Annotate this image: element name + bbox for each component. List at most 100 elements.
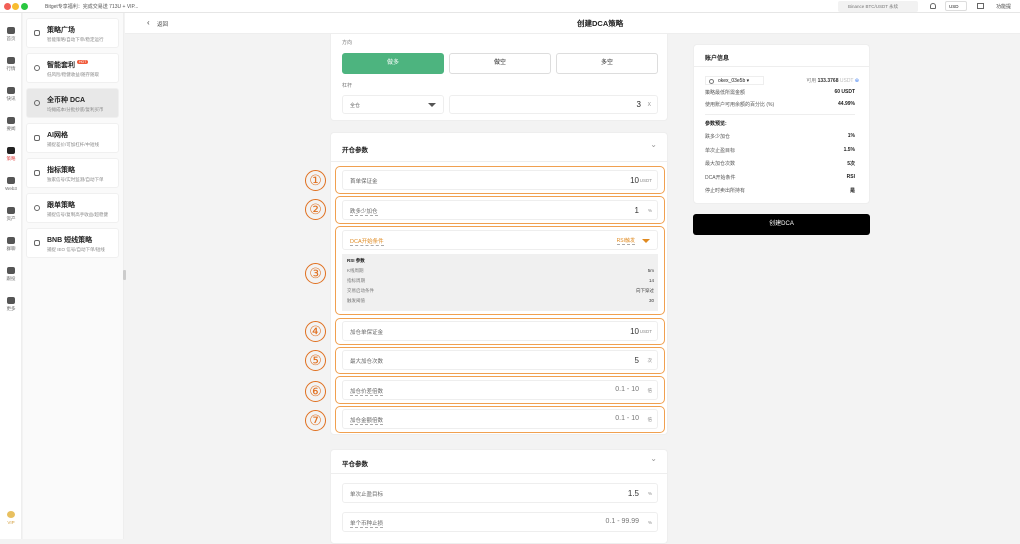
- menu-subtitle: 智能策略/自动下单/稳定运行: [47, 37, 104, 42]
- menu-item-indicator[interactable]: 指标策略独家信号/实时监测/自动下单: [26, 158, 119, 188]
- info-row: 策略最低所需金额 60 USDT: [705, 89, 855, 96]
- mail-icon[interactable]: [977, 3, 984, 9]
- short-button[interactable]: 做空: [449, 53, 551, 74]
- menu-subtitle: 独家信号/实时监测/自动下单: [47, 177, 104, 182]
- rail-market[interactable]: 行情: [0, 57, 22, 72]
- annotation-6: ⑥: [305, 381, 326, 402]
- rail-label: 群聊: [6, 246, 16, 251]
- feature-link[interactable]: 功能提: [996, 3, 1011, 10]
- info-key: 使用账户可用余额的百分比 (%): [705, 102, 775, 108]
- menu-title: 全币种 DCA: [47, 97, 86, 104]
- annotation-2: ②: [305, 199, 326, 220]
- first-margin-input[interactable]: 首单保证金 10 USDT: [342, 170, 658, 190]
- chevron-down-icon[interactable]: ⌄: [650, 454, 657, 463]
- browser-tab[interactable]: Bitget专享福利：完成交易送 713U + VIP...: [45, 3, 138, 10]
- menu-item-bnb[interactable]: BNB 短线策略 捕捉 IEO 信号/自动下单/短线: [26, 228, 119, 258]
- menu-title: AI网格: [47, 132, 68, 139]
- rail-headlines[interactable]: 要闻: [0, 117, 22, 132]
- preview-key: 跌多少加仓: [705, 134, 731, 140]
- add-funds-icon[interactable]: ⊕: [855, 78, 859, 84]
- field-label: 加仓单保证金: [350, 330, 384, 336]
- leverage-input[interactable]: 3 X: [449, 95, 658, 114]
- field-label: 单次止盈目标: [350, 492, 384, 498]
- rail-assets[interactable]: 资产: [0, 207, 22, 222]
- margin-mode-select[interactable]: 全仓: [342, 95, 444, 114]
- grid-icon: [34, 135, 40, 141]
- rail-news[interactable]: 快讯: [0, 87, 22, 102]
- preview-key: 最大加仓次数: [705, 161, 736, 167]
- menu-title: 智能套利: [47, 62, 75, 69]
- menu-item-copy[interactable]: 跟单策略 捕捉信号/复制高手收益/超稳健: [26, 193, 119, 223]
- field-unit: %: [647, 208, 652, 213]
- back-chevron-icon[interactable]: ‹: [147, 18, 150, 27]
- maximize-window-button[interactable]: [21, 3, 28, 10]
- direction-label: 方向: [342, 40, 353, 46]
- amount-multiplier-input[interactable]: 加仓金额倍数 0.1 - 10 倍: [342, 409, 658, 429]
- title-bar: Bitget专享福利：完成交易送 713U + VIP... Binance B…: [0, 0, 1020, 13]
- leverage-label: 杠杆: [342, 83, 353, 89]
- price-multiplier-input[interactable]: 加仓价差倍数 0.1 - 10 倍: [342, 380, 658, 400]
- direction-card: 方向 做多 做空 多空 杠杆 全仓 3 X: [330, 34, 668, 121]
- create-dca-button[interactable]: 创建DCA: [693, 214, 870, 235]
- refresh-icon: [34, 65, 40, 71]
- menu-subtitle: 捕捉差价/可加杠杆/中短线: [47, 142, 99, 147]
- close-params-card: 平仓参数 ⌄ 单次止盈目标 1.5% 单个币种止损 0.1 - 99.99%: [330, 449, 668, 544]
- rsi-value: 14: [648, 278, 654, 283]
- document-icon: [7, 117, 15, 124]
- field-label: DCA开始条件: [350, 239, 384, 246]
- field-value: RSI触发: [616, 238, 635, 245]
- rail-web3[interactable]: Web3: [0, 177, 22, 191]
- close-window-button[interactable]: [4, 3, 11, 10]
- copy-icon: [34, 205, 40, 211]
- robot-icon: [34, 30, 40, 36]
- rsi-value: 向下穿过: [636, 288, 654, 293]
- currency-select[interactable]: USD: [945, 1, 967, 11]
- preview-row: 跌多少加仓 1%: [705, 133, 855, 140]
- field-value: 0.1 - 10: [615, 386, 639, 393]
- search-input[interactable]: Binance BTC/USDT 永续: [838, 1, 918, 12]
- menu-item-ai-grid[interactable]: AI网格捕捉差价/可加杠杆/中短线: [26, 123, 119, 153]
- rail-home[interactable]: 首页: [0, 27, 22, 42]
- preview-value: 5次: [847, 161, 855, 167]
- add-margin-input[interactable]: 加仓单保证金 10 USDT: [342, 321, 658, 341]
- rail-chat[interactable]: 群聊: [0, 237, 22, 252]
- menu-title: 跟单策略: [47, 202, 75, 209]
- menu-item-strategy-plaza[interactable]: 策略广场 智能策略/自动下单/稳定运行: [26, 18, 119, 48]
- info-value: 44.99%: [838, 101, 855, 107]
- account-select[interactable]: okex_03e5b ▾: [705, 76, 764, 85]
- stop-loss-input[interactable]: 单个币种止损 0.1 - 99.99%: [342, 512, 658, 532]
- bell-icon[interactable]: [930, 3, 936, 9]
- menu-item-dca[interactable]: 全币种 DCA 均摊成本/分批抄底/复利买币: [26, 88, 119, 118]
- chevron-down-icon[interactable]: ⌄: [650, 140, 657, 149]
- preview-value: 1%: [847, 133, 855, 139]
- chat-icon: [7, 237, 15, 244]
- take-profit-input[interactable]: 单次止盈目标 1.5%: [342, 483, 658, 503]
- long-button[interactable]: 做多: [342, 53, 444, 74]
- sidebar-collapse-handle[interactable]: [123, 270, 126, 280]
- preview-title: 参数预览:: [705, 121, 727, 127]
- rsi-key: K线周期: [347, 268, 364, 273]
- rail-more[interactable]: 更多: [0, 297, 22, 312]
- max-adds-input[interactable]: 最大加仓次数 5 次: [342, 350, 658, 370]
- rail-label: 策略: [6, 156, 16, 161]
- drop-add-input[interactable]: 跌多少加仓 1%: [342, 200, 658, 220]
- section-title: 开仓参数: [342, 147, 368, 154]
- info-key: 策略最低所需金额: [705, 90, 746, 96]
- menu-title: 指标策略: [47, 167, 75, 174]
- rail-strategy[interactable]: 策略: [0, 147, 22, 162]
- long-short-button[interactable]: 多空: [556, 53, 658, 74]
- rail-label: 跟投: [6, 276, 16, 281]
- field-value: 0.1 - 99.99: [605, 518, 639, 525]
- dca-condition-select[interactable]: DCA开始条件 RSI触发: [342, 230, 658, 250]
- rail-follow[interactable]: 跟投: [0, 267, 22, 282]
- rsi-params-panel: RSI 参数 K线周期 5m 指标周期 14 交易启动条件 向下穿过 触发阈值 30: [342, 254, 658, 311]
- minimize-window-button[interactable]: [12, 3, 19, 10]
- rsi-key: 触发阈值: [347, 298, 365, 303]
- icon-rail: 首页 行情 快讯 要闻 策略 Web3 资产 群聊 跟投 更多 VIP: [0, 13, 22, 539]
- strategy-menu: 策略广场 智能策略/自动下单/稳定运行 智能套利 HOT 低风险/稳健收益/随存随取…: [23, 13, 124, 539]
- available-balance: 可用 133.3768 USDT ⊕: [806, 77, 859, 84]
- rail-vip[interactable]: VIP: [0, 511, 22, 525]
- menu-item-arbitrage[interactable]: 智能套利 HOT 低风险/稳健收益/随存随取: [26, 53, 119, 83]
- caret-down-icon: [428, 103, 436, 107]
- back-link[interactable]: 返回: [157, 20, 168, 28]
